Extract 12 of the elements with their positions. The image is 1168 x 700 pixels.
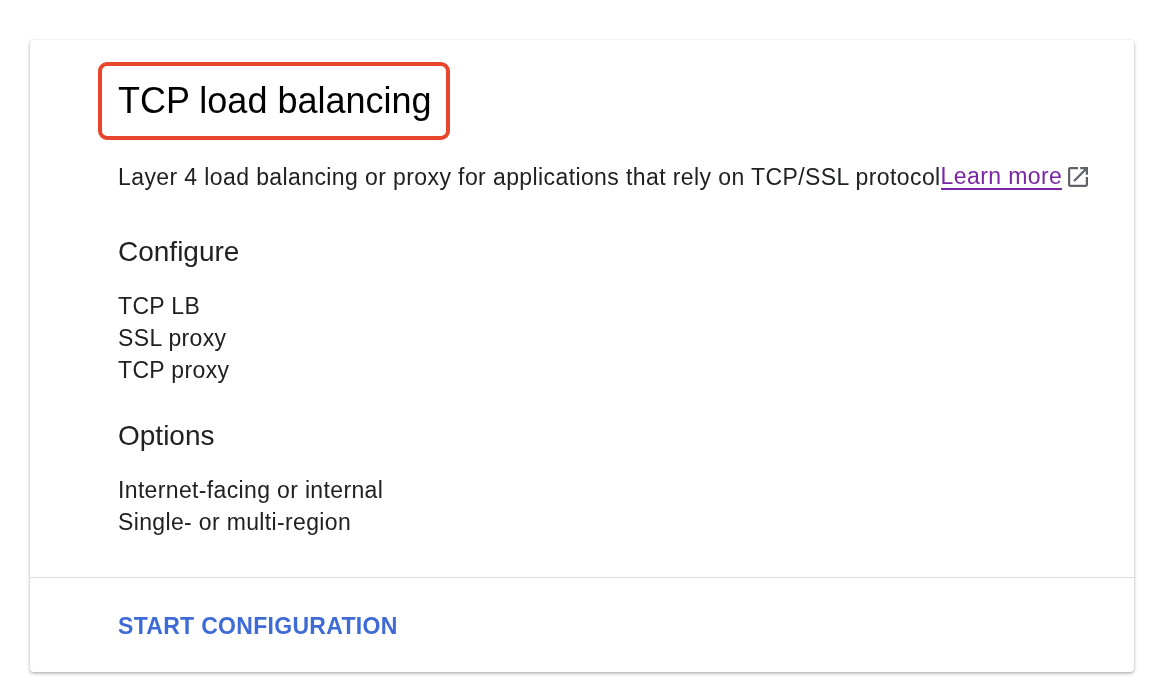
list-item: TCP proxy — [118, 356, 230, 385]
section-heading: Options — [118, 422, 215, 450]
list-item: TCP LB — [118, 292, 201, 321]
card-title: TCP load balancing — [118, 82, 432, 120]
list-item: Internet-facing or internal — [118, 476, 384, 505]
start-configuration-button[interactable]: START CONFIGURATION — [118, 614, 398, 638]
description-text: Layer 4 load balancing or proxy for applications that rely on TCP/SSL protocol — [118, 165, 941, 189]
list-item: SSL proxy — [118, 324, 227, 353]
external-link-icon — [1068, 167, 1089, 187]
learn-more-link[interactable]: Learn more — [940, 164, 1063, 190]
section-heading: Configure — [118, 238, 240, 266]
list-item: Single- or multi-region — [118, 508, 352, 537]
